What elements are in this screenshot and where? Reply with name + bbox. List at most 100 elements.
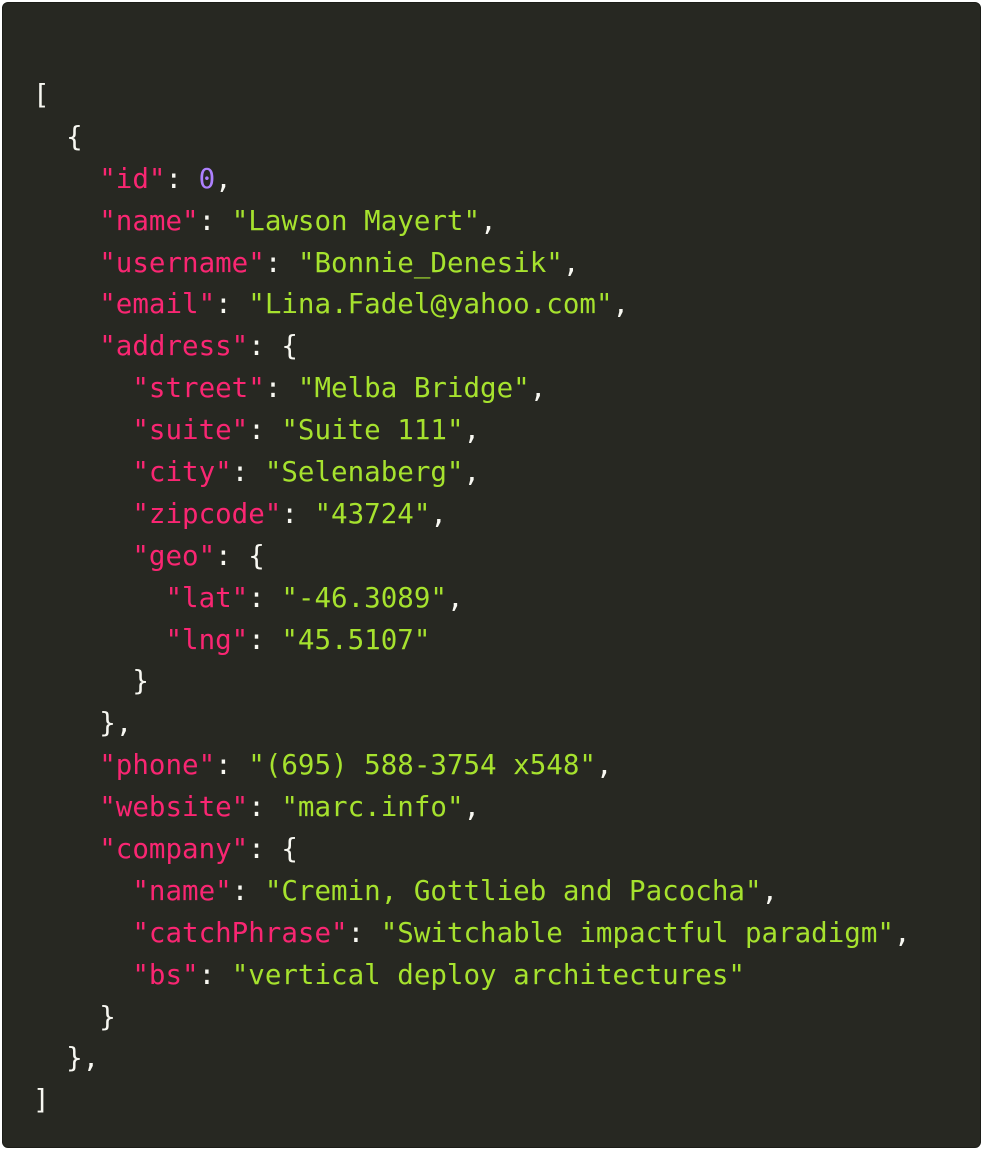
json-punctuation: , [463,791,481,824]
json-punctuation [33,414,132,446]
json-key: "email" [99,288,216,321]
json-punctuation [33,582,165,614]
code-line: "city": "Selenaberg", [33,452,911,494]
json-punctuation [33,791,99,823]
code-line: "zipcode": "43724", [33,494,911,536]
json-key: "company" [99,833,249,866]
code-line: "lat": "-46.3089", [33,578,911,620]
json-punctuation: , [893,916,911,949]
json-punctuation: : [198,958,232,991]
json-key: "bs" [132,958,199,991]
code-line: "email": "Lina.Fadel@yahoo.com", [33,284,911,326]
json-key: "lng" [165,623,249,656]
json-string-value: "Cremin, Gottlieb and Pacocha" [264,874,762,907]
json-punctuation: } [33,1000,116,1033]
json-key: "city" [132,456,232,489]
code-line: "id": 0, [33,159,911,201]
json-punctuation [33,288,99,320]
json-punctuation [33,833,99,865]
json-key: "geo" [132,539,216,572]
json-key: "phone" [99,749,216,782]
json-punctuation: , [430,497,447,530]
json-punctuation: : [248,414,282,447]
json-key: "suite" [132,414,249,447]
json-punctuation: : { [248,833,298,866]
json-punctuation: : { [215,539,265,572]
json-punctuation: [ [33,79,50,111]
code-line: ] [33,1080,911,1122]
json-string-value: "Melba Bridge" [297,372,530,405]
json-key: "username" [99,246,265,279]
json-punctuation: }, [33,1042,100,1075]
json-key: "street" [132,372,265,405]
json-punctuation: ] [33,1084,50,1117]
json-punctuation [33,540,132,572]
json-punctuation [33,917,132,949]
json-string-value: "45.5107" [281,623,431,656]
code-line: "name": "Lawson Mayert", [33,201,911,243]
code-line: "bs": "vertical deploy architectures" [33,955,911,997]
json-punctuation [33,330,99,362]
json-punctuation: , [761,874,779,907]
json-key: "name" [99,204,199,237]
json-punctuation: { [33,120,83,153]
code-line: "company": { [33,829,911,871]
json-key: "address" [99,330,249,363]
json-string-value: "Lina.Fadel@yahoo.com" [248,288,613,321]
code-line: }, [33,1038,911,1080]
code-line: }, [33,703,911,745]
code-block: [ { "id": 0, "name": "Lawson Mayert", "u… [2,2,981,1148]
json-punctuation: , [446,581,464,614]
json-punctuation: , [463,456,481,489]
json-punctuation: : [248,623,282,656]
json-key: "name" [132,874,232,907]
json-string-value: "43724" [314,497,431,530]
json-punctuation: , [529,372,547,405]
code-line: "phone": "(695) 588-3754 x548", [33,745,911,787]
json-punctuation [33,205,99,237]
json-punctuation: : { [248,330,298,363]
json-punctuation [33,372,132,404]
code-line: "street": "Melba Bridge", [33,368,911,410]
json-punctuation: : [215,288,249,321]
json-punctuation [33,875,132,907]
json-punctuation: : [165,162,199,195]
json-punctuation [33,163,99,195]
json-punctuation: }, [33,707,133,740]
code-line: { [33,117,911,159]
code-line: "lng": "45.5107" [33,620,911,662]
code-line: "catchPhrase": "Switchable impactful par… [33,913,911,955]
code-line: "suite": "Suite 111", [33,410,911,452]
code-line: "address": { [33,326,911,368]
json-punctuation: : [231,874,265,907]
code-line: "geo": { [33,536,911,578]
json-punctuation: : [281,497,315,530]
json-key: "id" [99,162,166,195]
json-string-value: "Suite 111" [281,414,464,447]
json-punctuation [33,749,99,781]
json-punctuation [33,456,132,488]
code-line: } [33,661,911,703]
json-punctuation [33,498,132,530]
json-string-value: "vertical deploy architectures" [231,958,745,991]
json-punctuation [33,247,99,279]
json-key: "catchPhrase" [132,916,348,949]
json-punctuation: : [215,749,249,782]
json-string-value: "Bonnie_Denesik" [297,246,563,279]
json-punctuation: : [264,246,298,279]
code-line: "website": "marc.info", [33,787,911,829]
json-punctuation: : [231,456,265,489]
json-code-view: [ { "id": 0, "name": "Lawson Mayert", "u… [33,75,911,1122]
json-string-value: "Selenaberg" [264,456,464,489]
json-string-value: "(695) 588-3754 x548" [248,749,596,782]
code-line: [ [33,75,911,117]
json-key: "website" [99,791,249,824]
code-line: "name": "Cremin, Gottlieb and Pacocha", [33,871,911,913]
code-line: } [33,997,911,1039]
json-punctuation: : [248,791,282,824]
json-punctuation: } [33,665,149,698]
json-punctuation: , [562,246,580,279]
json-string-value: "Switchable impactful paradigm" [380,916,894,949]
json-punctuation: , [463,414,481,447]
json-key: "zipcode" [132,497,282,530]
